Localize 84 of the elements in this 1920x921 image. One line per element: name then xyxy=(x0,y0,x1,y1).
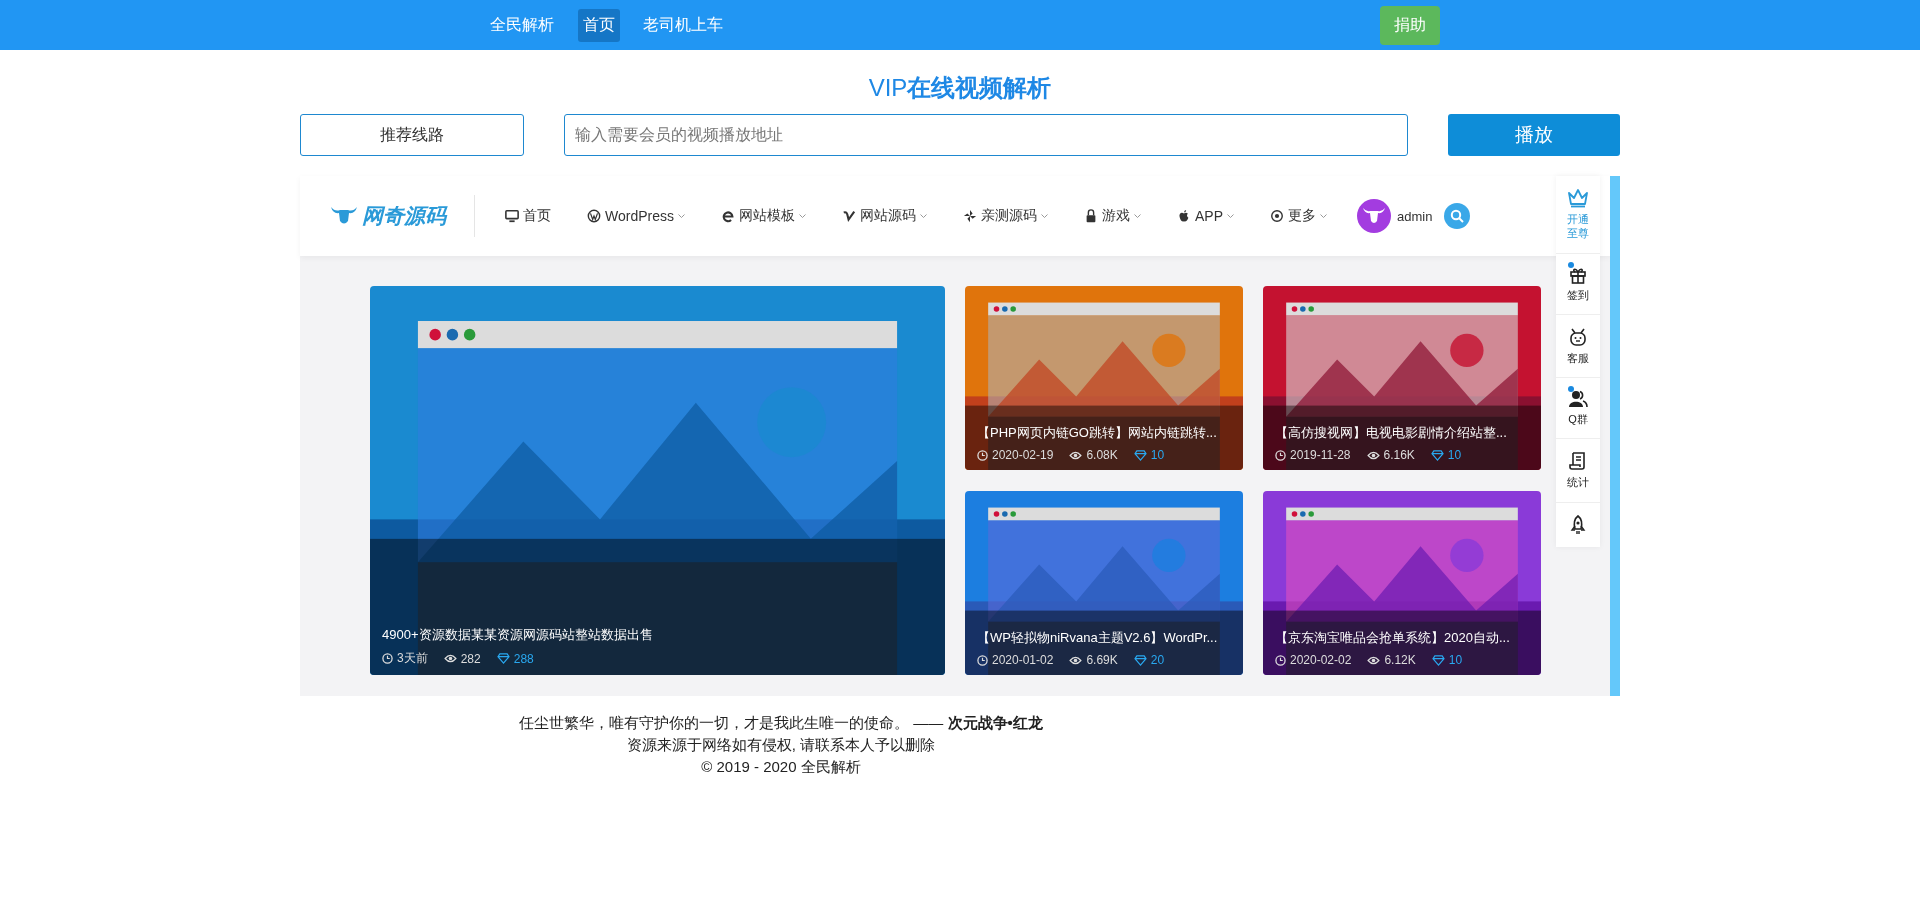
tool-label[interactable]: 统计 xyxy=(1566,475,1590,490)
eye-icon xyxy=(443,654,457,663)
search-icon xyxy=(1450,209,1465,223)
post-date: 2019-11-28 xyxy=(1290,448,1351,462)
clock-icon xyxy=(977,449,988,461)
site-nav-item[interactable]: WordPress xyxy=(587,208,685,224)
nav-link[interactable]: 首页 xyxy=(578,8,620,42)
points-count: 288 xyxy=(513,651,534,666)
letter-e-icon xyxy=(721,209,735,223)
play-button[interactable]: 播放 xyxy=(1448,114,1620,156)
route-button[interactable]: 推荐线路 xyxy=(300,114,524,156)
tool-label[interactable]: 客服 xyxy=(1566,350,1590,366)
post-title[interactable]: 4900+资源数据某某资源网源码站整站数据出售 xyxy=(382,626,937,644)
page-title: VIP在线视频解析 xyxy=(867,73,1053,103)
caret-icon xyxy=(1134,213,1141,219)
points-count: 10 xyxy=(1447,448,1462,462)
caret-icon xyxy=(1041,213,1048,219)
clock-icon xyxy=(1275,449,1286,461)
diamond-icon xyxy=(1133,654,1147,666)
diamond-icon xyxy=(1431,654,1445,666)
copyright: © 2019 - 2020 全民解析 xyxy=(700,757,862,777)
crown-icon xyxy=(1567,188,1589,208)
monitor-icon xyxy=(505,209,519,223)
letter-v-icon xyxy=(842,209,856,223)
post-date: 2020-01-02 xyxy=(992,653,1054,667)
post-title[interactable]: 【高仿搜视网】电视电影剧情介绍站整... xyxy=(1275,424,1533,442)
view-count: 6.08K xyxy=(1086,448,1118,462)
diamond-icon xyxy=(496,653,510,664)
caret-icon xyxy=(799,213,806,219)
eye-icon xyxy=(1367,655,1381,665)
view-count: 6.12K xyxy=(1384,653,1416,667)
post-date: 2020-02-02 xyxy=(1290,653,1352,667)
caret-icon xyxy=(1227,213,1234,219)
post-title[interactable]: 【PHP网页内链GO跳转】网站内链跳转... xyxy=(977,424,1235,442)
footer-quote: 任尘世繁华，唯有守护你的一切，才是我此生唯一的使命。 —— 次元战争•红龙 xyxy=(518,713,1044,733)
gift-icon xyxy=(1569,265,1587,284)
notification-dot xyxy=(1568,261,1574,268)
caret-icon xyxy=(1320,213,1327,219)
robot-face-icon xyxy=(1568,326,1588,347)
eye-icon xyxy=(1069,450,1083,460)
site-nav-item[interactable]: 网站模板 xyxy=(721,207,806,225)
clock-icon xyxy=(382,653,393,664)
post-date: 3天前 xyxy=(397,650,428,667)
pinwheel-icon xyxy=(963,209,977,223)
diamond-icon xyxy=(1133,449,1147,461)
post-title[interactable]: 【京东淘宝唯品会抢单系统】2020自动... xyxy=(1275,629,1533,647)
diamond-icon xyxy=(1430,449,1444,461)
view-count: 6.16K xyxy=(1383,448,1415,462)
search-button[interactable] xyxy=(1444,203,1471,229)
points-count: 20 xyxy=(1150,653,1165,667)
post-title[interactable]: 【WP轻拟物niRvana主题V2.6】WordPr... xyxy=(977,629,1235,647)
document-icon xyxy=(1569,451,1587,472)
notification-dot xyxy=(1568,386,1574,393)
apple-icon xyxy=(1177,209,1191,223)
site-nav-item[interactable]: 亲测源码 xyxy=(963,207,1048,225)
post-date: 2020-02-19 xyxy=(992,448,1054,462)
points-count: 10 xyxy=(1448,653,1463,667)
site-nav-item[interactable]: 游戏 xyxy=(1084,207,1141,225)
url-input[interactable]: 输入需要会员的视频播放地址 xyxy=(564,114,1408,156)
tool-label[interactable]: 签到 xyxy=(1566,287,1590,302)
scrollbar[interactable] xyxy=(1610,176,1620,696)
clock-icon xyxy=(1275,654,1286,666)
view-count: 282 xyxy=(460,651,481,666)
points-count: 10 xyxy=(1150,448,1165,462)
wordpress-icon xyxy=(587,209,601,223)
username[interactable]: admin xyxy=(1397,208,1433,224)
rocket-icon xyxy=(1569,514,1587,535)
caret-icon xyxy=(678,213,685,219)
bull-icon xyxy=(330,206,358,226)
site-nav-item[interactable]: 更多 xyxy=(1270,207,1327,225)
lock-icon xyxy=(1084,209,1098,223)
users-icon xyxy=(1568,390,1588,409)
site-nav-item[interactable]: 网站源码 xyxy=(842,207,927,225)
tool-label[interactable]: Q群 xyxy=(1566,412,1590,427)
caret-icon xyxy=(920,213,927,219)
footer-notice: 资源来源于网络如有侵权, 请联系本人予以删除 xyxy=(625,735,937,755)
eye-icon xyxy=(1069,655,1083,665)
avatar[interactable] xyxy=(1357,199,1391,233)
view-count: 6.69K xyxy=(1086,653,1118,667)
site-nav-item[interactable]: APP xyxy=(1177,208,1234,224)
eye-icon xyxy=(1366,450,1380,460)
site-nav-item[interactable]: 首页 xyxy=(505,207,551,225)
target-icon xyxy=(1270,209,1284,223)
clock-icon xyxy=(977,654,988,666)
